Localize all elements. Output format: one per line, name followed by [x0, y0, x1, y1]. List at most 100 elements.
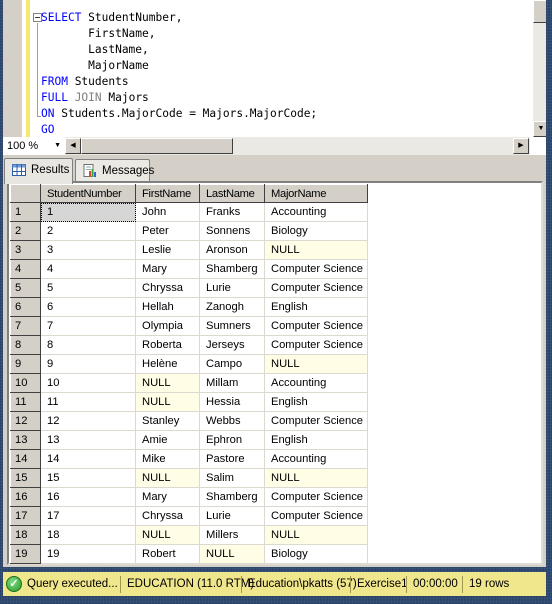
table-row[interactable]: 17 17 Chryssa Lurie Computer Science	[10, 506, 368, 526]
row-number[interactable]: 18	[10, 525, 41, 545]
cell-majorname[interactable]: Computer Science	[264, 506, 368, 526]
row-number[interactable]: 19	[10, 544, 41, 564]
cell-majorname[interactable]: Computer Science	[264, 278, 368, 298]
cell-firstname[interactable]: NULL	[135, 392, 200, 412]
column-header-firstname[interactable]: FirstName	[135, 184, 200, 203]
scroll-right-button[interactable]: ▶	[513, 138, 529, 154]
cell-lastname[interactable]: Sonnens	[199, 221, 265, 241]
cell-firstname[interactable]: Olympia	[135, 316, 200, 336]
row-number[interactable]: 1	[10, 202, 41, 222]
cell-majorname[interactable]: NULL	[264, 240, 368, 260]
cell-majorname[interactable]: Computer Science	[264, 335, 368, 355]
cell-firstname[interactable]: Amie	[135, 430, 200, 450]
row-number[interactable]: 16	[10, 487, 41, 507]
row-number[interactable]: 2	[10, 221, 41, 241]
cell-studentnumber[interactable]: 2	[40, 221, 136, 241]
table-row[interactable]: 2 2 Peter Sonnens Biology	[10, 221, 368, 241]
scroll-down-button[interactable]: ▼	[533, 121, 546, 137]
cell-majorname[interactable]: English	[264, 297, 368, 317]
cell-firstname[interactable]: NULL	[135, 468, 200, 488]
column-header-majorname[interactable]: MajorName	[264, 184, 368, 203]
scroll-left-button[interactable]: ◀	[65, 138, 81, 154]
cell-lastname[interactable]: Zanogh	[199, 297, 265, 317]
cell-studentnumber[interactable]: 16	[40, 487, 136, 507]
cell-lastname[interactable]: Salim	[199, 468, 265, 488]
cell-lastname[interactable]: Pastore	[199, 449, 265, 469]
cell-majorname[interactable]: English	[264, 392, 368, 412]
table-row[interactable]: 4 4 Mary Shamberg Computer Science	[10, 259, 368, 279]
row-number[interactable]: 11	[10, 392, 41, 412]
row-number[interactable]: 7	[10, 316, 41, 336]
table-row[interactable]: 18 18 NULL Millers NULL	[10, 525, 368, 545]
row-number[interactable]: 10	[10, 373, 41, 393]
cell-studentnumber[interactable]: 11	[40, 392, 136, 412]
row-number[interactable]: 8	[10, 335, 41, 355]
cell-studentnumber[interactable]: 8	[40, 335, 136, 355]
cell-majorname[interactable]: Accounting	[264, 373, 368, 393]
cell-studentnumber[interactable]: 17	[40, 506, 136, 526]
results-grid[interactable]: StudentNumber FirstName LastName MajorNa…	[7, 181, 543, 565]
cell-studentnumber[interactable]: 6	[40, 297, 136, 317]
cell-firstname[interactable]: Roberta	[135, 335, 200, 355]
cell-firstname[interactable]: Chryssa	[135, 506, 200, 526]
cell-firstname[interactable]: Mike	[135, 449, 200, 469]
table-row[interactable]: 14 14 Mike Pastore Accounting	[10, 449, 368, 469]
row-number[interactable]: 9	[10, 354, 41, 374]
cell-majorname[interactable]: Biology	[264, 544, 368, 564]
cell-studentnumber[interactable]: 5	[40, 278, 136, 298]
cell-studentnumber[interactable]: 9	[40, 354, 136, 374]
cell-lastname[interactable]: Campo	[199, 354, 265, 374]
row-number[interactable]: 5	[10, 278, 41, 298]
table-row[interactable]: 13 13 Amie Ephron English	[10, 430, 368, 450]
row-number[interactable]: 12	[10, 411, 41, 431]
row-number[interactable]: 17	[10, 506, 41, 526]
cell-studentnumber[interactable]: 19	[40, 544, 136, 564]
row-number[interactable]: 15	[10, 468, 41, 488]
cell-studentnumber[interactable]: 1	[40, 202, 136, 222]
table-row[interactable]: 3 3 Leslie Aronson NULL	[10, 240, 368, 260]
cell-firstname[interactable]: Robert	[135, 544, 200, 564]
table-row[interactable]: 15 15 NULL Salim NULL	[10, 468, 368, 488]
cell-firstname[interactable]: Leslie	[135, 240, 200, 260]
cell-firstname[interactable]: Chryssa	[135, 278, 200, 298]
cell-firstname[interactable]: Mary	[135, 259, 200, 279]
row-number[interactable]: 14	[10, 449, 41, 469]
row-number[interactable]: 3	[10, 240, 41, 260]
cell-studentnumber[interactable]: 7	[40, 316, 136, 336]
table-row[interactable]: 10 10 NULL Millam Accounting	[10, 373, 368, 393]
table-row[interactable]: 5 5 Chryssa Lurie Computer Science	[10, 278, 368, 298]
column-header-lastname[interactable]: LastName	[199, 184, 265, 203]
cell-studentnumber[interactable]: 15	[40, 468, 136, 488]
cell-lastname[interactable]: Webbs	[199, 411, 265, 431]
cell-lastname[interactable]: NULL	[199, 544, 265, 564]
cell-firstname[interactable]: Peter	[135, 221, 200, 241]
table-row[interactable]: 11 11 NULL Hessia English	[10, 392, 368, 412]
cell-lastname[interactable]: Millam	[199, 373, 265, 393]
row-number[interactable]: 4	[10, 259, 41, 279]
cell-lastname[interactable]: Millers	[199, 525, 265, 545]
cell-studentnumber[interactable]: 12	[40, 411, 136, 431]
sql-code[interactable]: SELECT StudentNumber, FirstName, LastNam…	[41, 10, 317, 137]
cell-majorname[interactable]: English	[264, 430, 368, 450]
table-row[interactable]: 19 19 Robert NULL Biology	[10, 544, 368, 564]
cell-studentnumber[interactable]: 14	[40, 449, 136, 469]
cell-firstname[interactable]: NULL	[135, 525, 200, 545]
cell-majorname[interactable]: Accounting	[264, 449, 368, 469]
cell-majorname[interactable]: Computer Science	[264, 259, 368, 279]
cell-lastname[interactable]: Sumners	[199, 316, 265, 336]
zoom-level-dropdown[interactable]: 100 % ▼	[3, 137, 65, 155]
tab-messages[interactable]: Messages	[75, 159, 154, 183]
table-row[interactable]: 9 9 Helène Campo NULL	[10, 354, 368, 374]
row-header-corner[interactable]	[10, 184, 41, 203]
cell-studentnumber[interactable]: 13	[40, 430, 136, 450]
cell-majorname[interactable]: Computer Science	[264, 316, 368, 336]
cell-lastname[interactable]: Jerseys	[199, 335, 265, 355]
tab-results[interactable]: Results	[4, 158, 73, 184]
cell-firstname[interactable]: Helène	[135, 354, 200, 374]
table-row[interactable]: 12 12 Stanley Webbs Computer Science	[10, 411, 368, 431]
cell-studentnumber[interactable]: 18	[40, 525, 136, 545]
cell-lastname[interactable]: Franks	[199, 202, 265, 222]
row-number[interactable]: 13	[10, 430, 41, 450]
cell-firstname[interactable]: John	[135, 202, 200, 222]
cell-firstname[interactable]: Hellah	[135, 297, 200, 317]
